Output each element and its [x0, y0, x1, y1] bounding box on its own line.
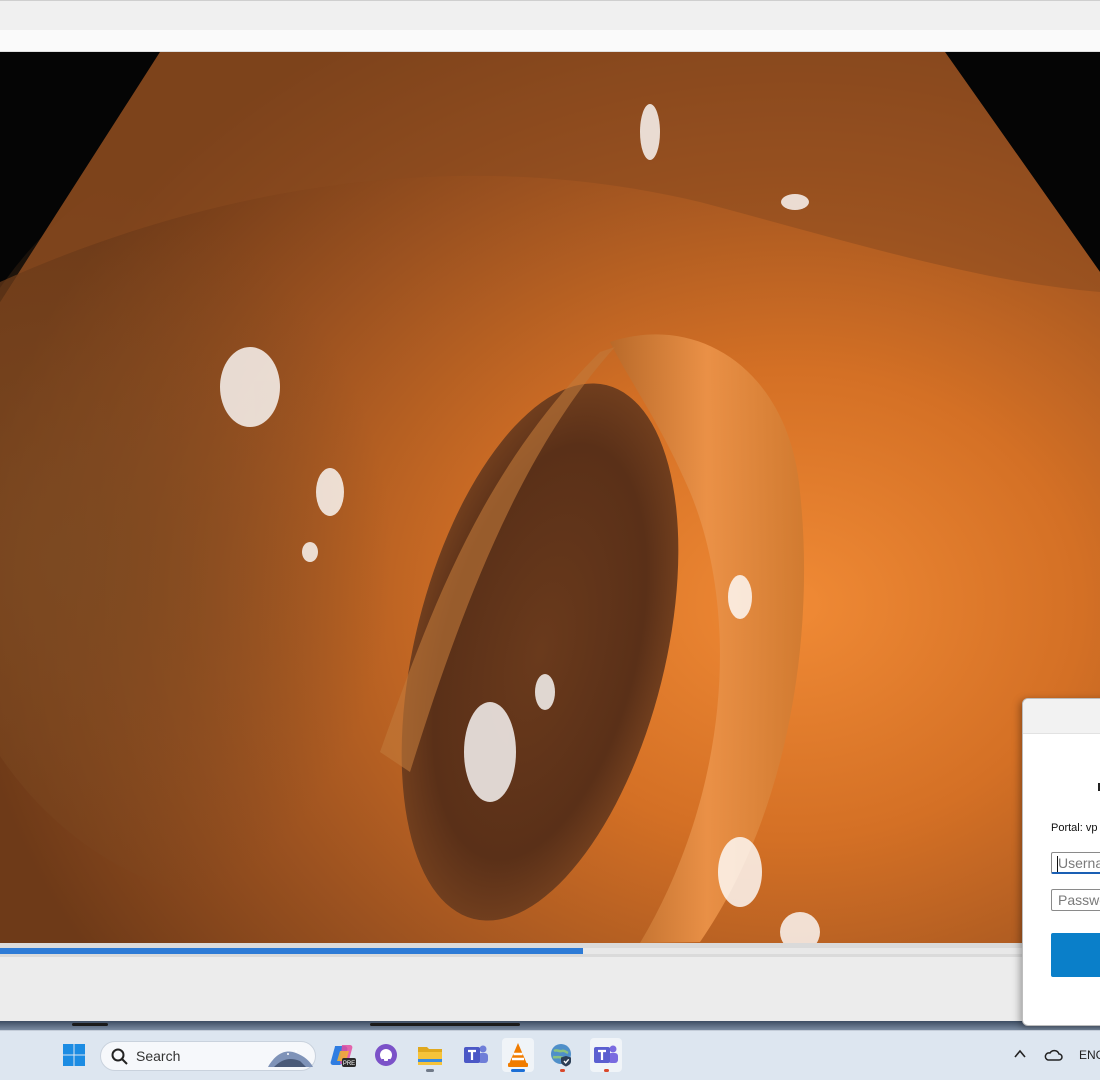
running-indicator [426, 1069, 434, 1072]
start-button[interactable] [58, 1038, 90, 1072]
search-label: Search [136, 1048, 181, 1064]
globalprotect-app[interactable] [546, 1038, 578, 1072]
desktop-wallpaper [0, 1021, 1100, 1030]
text-caret [1057, 856, 1058, 872]
endoscopy-image [0, 52, 1100, 943]
teams-new-app[interactable] [590, 1038, 622, 1072]
file-explorer-icon [418, 1047, 442, 1065]
connect-button[interactable] [1051, 933, 1100, 977]
portal-label: Portal: vp [1051, 822, 1098, 834]
notification-indicator [604, 1069, 609, 1072]
copilot-icon: PRE [330, 1045, 356, 1067]
teams-icon [464, 1045, 488, 1063]
teams-new-icon [594, 1045, 618, 1063]
wallpaper-detail [370, 1023, 520, 1026]
copilot-badge: PRE [343, 1061, 355, 1067]
taskbar-search[interactable]: Search [100, 1041, 316, 1071]
seek-track[interactable] [0, 948, 1100, 954]
language-indicator[interactable]: ENG [1079, 1048, 1100, 1062]
player-menu-bar [0, 30, 1100, 52]
github-app[interactable] [370, 1038, 402, 1072]
dialog-header [1023, 699, 1100, 734]
globalprotect-icon [551, 1044, 571, 1067]
notification-indicator [560, 1069, 565, 1072]
file-explorer-app[interactable] [414, 1038, 446, 1072]
password-field[interactable] [1051, 889, 1100, 911]
seek-bar[interactable] [0, 943, 1100, 957]
start-icon [63, 1044, 85, 1066]
seek-progress [0, 948, 583, 954]
username-field[interactable] [1051, 852, 1100, 874]
taskbar: Search PRE EN [0, 1030, 1100, 1080]
chevron-up-icon[interactable] [1013, 1047, 1027, 1061]
player-controls [0, 957, 1100, 1022]
onedrive-icon[interactable] [1043, 1048, 1063, 1062]
vlc-app[interactable] [502, 1038, 534, 1072]
vlc-icon [508, 1043, 528, 1067]
search-highlight-icon [268, 1050, 313, 1067]
video-frame[interactable] [0, 52, 1100, 943]
wallpaper-detail [72, 1023, 108, 1026]
teams-app[interactable] [460, 1038, 492, 1072]
search-icon [111, 1048, 128, 1065]
vpn-login-dialog: Portal: vp [1022, 698, 1100, 1026]
github-icon [375, 1044, 397, 1066]
copilot-app[interactable]: PRE [327, 1038, 359, 1072]
active-indicator [511, 1069, 525, 1072]
player-title-bar [0, 0, 1100, 30]
